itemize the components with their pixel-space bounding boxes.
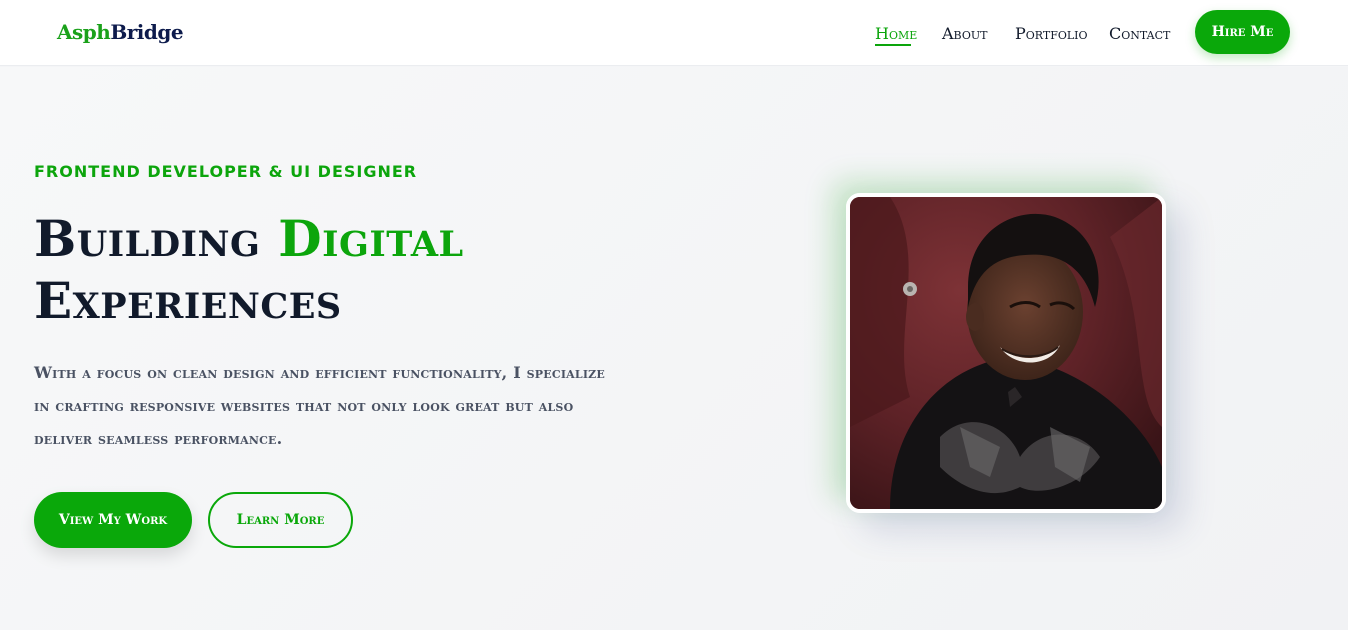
nav-active-underline xyxy=(875,44,911,46)
headline-part1: Building xyxy=(34,209,279,268)
nav-link-about[interactable]: About xyxy=(942,24,987,43)
nav-link-contact[interactable]: Contact xyxy=(1109,24,1170,43)
profile-photo xyxy=(846,193,1166,513)
brand-logo-part2: Bridge xyxy=(110,20,184,44)
brand-logo-part1: Asph xyxy=(57,20,111,44)
learn-more-button[interactable]: Learn More xyxy=(208,492,353,548)
headline-part2: Experiences xyxy=(34,271,342,330)
view-my-work-button[interactable]: View My Work xyxy=(34,492,192,548)
hire-me-button[interactable]: Hire Me xyxy=(1195,10,1290,54)
hero-headline: Building Digital Experiences xyxy=(34,208,594,332)
nav-link-portfolio[interactable]: Portfolio xyxy=(1015,24,1088,43)
hero-kicker: FRONTEND DEVELOPER & UI DESIGNER xyxy=(34,162,418,181)
hero-intro-text: With a focus on clean design and efficie… xyxy=(34,363,605,448)
top-navbar: AsphBridge Home About Portfolio Contact … xyxy=(0,0,1348,66)
brand-logo[interactable]: AsphBridge xyxy=(57,20,184,44)
nav-link-home[interactable]: Home xyxy=(875,24,917,43)
headline-accent: Digital xyxy=(278,209,464,268)
profile-photo-illustration xyxy=(850,197,1162,509)
